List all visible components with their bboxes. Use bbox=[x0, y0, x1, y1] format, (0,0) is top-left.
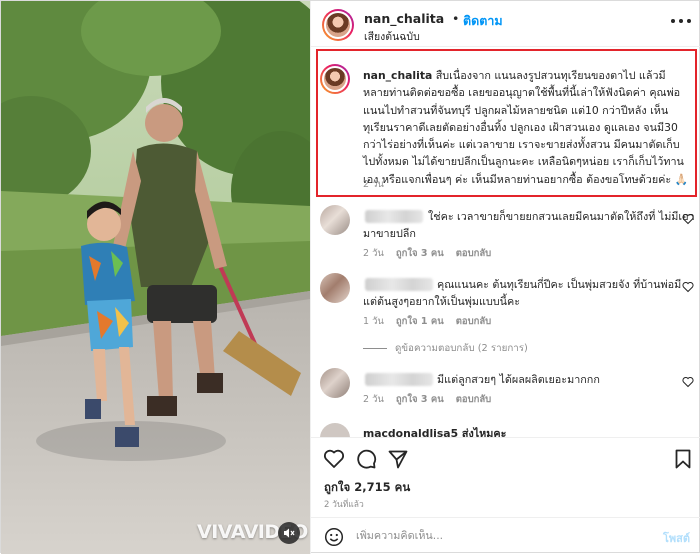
share-icon[interactable] bbox=[387, 448, 409, 470]
comment-text: macdonaldlisa5 ส่งไหมคะ bbox=[363, 427, 507, 437]
comment-text-continued: มาขายปลีก bbox=[363, 227, 416, 240]
caption-author-avatar[interactable] bbox=[320, 64, 350, 94]
bookmark-icon[interactable] bbox=[672, 448, 694, 470]
comment-time: 2 วัน bbox=[363, 248, 384, 259]
post-date: 2 วันที่แล้ว bbox=[324, 500, 364, 510]
comment-avatar[interactable] bbox=[320, 273, 350, 303]
comment-likes[interactable]: ถูกใจ 1 คน bbox=[396, 316, 444, 327]
view-replies-button[interactable]: ดูข้อความตอบกลับ (2 รายการ) bbox=[363, 341, 528, 356]
comment-input[interactable] bbox=[356, 529, 636, 542]
comment-meta: 2 วัน ถูกใจ 3 คน ตอบกลับ bbox=[363, 246, 491, 261]
comment-avatar[interactable] bbox=[320, 205, 350, 235]
blurred-username bbox=[365, 373, 433, 386]
post-details-panel: nan_chalita • ติดตาม เสียงต้นฉบับ nan_ch… bbox=[310, 1, 700, 554]
partial-comment-row: macdonaldlisa5 ส่งไหมคะ bbox=[311, 419, 700, 437]
blurred-username bbox=[365, 210, 423, 223]
comment-text: มีแต่ลูกสวยๆ ได้ผลผลิตเยอะมากกก bbox=[437, 373, 600, 386]
caption-body: สืบเนื่องจาก แนนลงรูปสวนทุเรียนของตาไป แ… bbox=[363, 69, 689, 186]
comment-time: 2 วัน bbox=[363, 394, 384, 405]
comment-reply-button[interactable]: ตอบกลับ bbox=[456, 316, 492, 327]
comment-text: ใช่คะ เวลาขายก็ขายยกสวนเลยมีคนมาตัดให้ถึ… bbox=[428, 210, 695, 223]
comment-likes[interactable]: ถูกใจ 3 คน bbox=[396, 248, 444, 259]
emoji-icon[interactable] bbox=[324, 527, 344, 547]
caption-text: nan_chalita สืบเนื่องจาก แนนลงรูปสวนทุเร… bbox=[363, 67, 689, 188]
comment-time: 1 วัน bbox=[363, 316, 384, 327]
header-divider bbox=[311, 46, 700, 47]
separator-dot: • bbox=[452, 11, 460, 26]
like-count[interactable]: ถูกใจ 2,715 คน bbox=[324, 479, 410, 497]
comment-like-icon[interactable] bbox=[682, 376, 694, 388]
caption-timestamp: 2 วัน bbox=[363, 179, 384, 190]
author-avatar[interactable] bbox=[322, 9, 354, 41]
blurred-username bbox=[365, 278, 433, 291]
comment-reply-button[interactable]: ตอบกลับ bbox=[456, 394, 492, 405]
comment-avatar[interactable] bbox=[320, 423, 350, 437]
post-video[interactable]: VIVAVIDEO bbox=[1, 1, 310, 554]
comment-text-continued: แต่ต้นสูงๆอยากให้เป็นพุ่มแบบนี้คะ bbox=[363, 295, 521, 308]
follow-button[interactable]: ติดตาม bbox=[463, 11, 503, 31]
comment-like-icon[interactable] bbox=[682, 281, 694, 293]
post-comment-button[interactable]: โพสต์ bbox=[663, 529, 690, 547]
comment-likes[interactable]: ถูกใจ 3 คน bbox=[396, 394, 444, 405]
action-bar bbox=[311, 438, 700, 478]
comment-like-icon[interactable] bbox=[682, 213, 694, 225]
comment-reply-button[interactable]: ตอบกลับ bbox=[456, 248, 492, 259]
video-frame-illustration bbox=[1, 1, 310, 554]
instagram-post-window: VIVAVIDEO nan_chalita • ติดตาม เสียงต้นฉ… bbox=[0, 0, 700, 554]
caption-username[interactable]: nan_chalita bbox=[363, 69, 432, 82]
post-header: nan_chalita • ติดตาม เสียงต้นฉบับ bbox=[311, 1, 700, 46]
comment-meta: 2 วัน ถูกใจ 3 คน ตอบกลับ bbox=[363, 392, 491, 407]
original-audio-link[interactable]: เสียงต้นฉบับ bbox=[364, 28, 420, 45]
author-username[interactable]: nan_chalita bbox=[364, 11, 444, 26]
comment-icon[interactable] bbox=[355, 448, 377, 470]
speaker-muted-icon[interactable] bbox=[278, 522, 300, 544]
comment-avatar[interactable] bbox=[320, 368, 350, 398]
comment-composer: โพสต์ bbox=[311, 517, 700, 554]
comment-text: คุณแนนคะ ต้นทุเรียนกี่ปีคะ เป็นพุ่มสวยจั… bbox=[437, 278, 682, 291]
more-options-icon[interactable] bbox=[668, 12, 694, 30]
comment-meta: 1 วัน ถูกใจ 1 คน ตอบกลับ bbox=[363, 314, 491, 329]
heart-icon[interactable] bbox=[323, 448, 345, 470]
